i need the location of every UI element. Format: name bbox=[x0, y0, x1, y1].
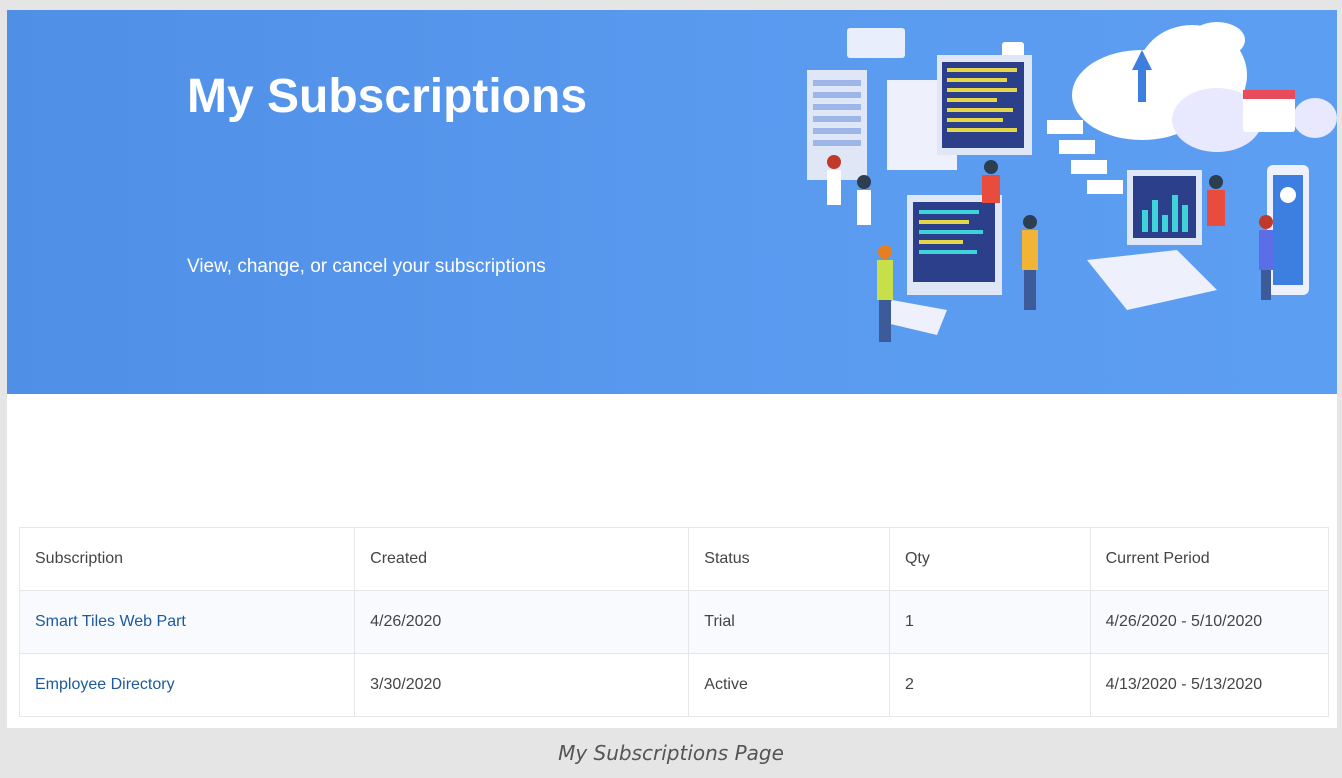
created-cell: 4/26/2020 bbox=[354, 590, 690, 654]
code-monitor-icon bbox=[887, 55, 1032, 170]
figure-caption: My Subscriptions Page bbox=[558, 741, 784, 765]
desktop-computer-icon bbox=[882, 195, 1002, 335]
table-header-row: Subscription Created Status Qty Current … bbox=[18, 527, 1330, 591]
page-subtitle: View, change, or cancel your subscriptio… bbox=[187, 256, 546, 277]
status-cell: Active bbox=[688, 653, 890, 717]
small-cloud-icon bbox=[1189, 22, 1245, 58]
qty-cell: 2 bbox=[888, 653, 1091, 717]
qty-cell: 1 bbox=[888, 590, 1091, 654]
subscription-cell: Smart Tiles Web Part bbox=[18, 590, 356, 654]
phone-icon bbox=[1267, 165, 1309, 295]
subscription-cell: Employee Directory bbox=[18, 653, 356, 717]
created-cell: 3/30/2020 bbox=[354, 653, 690, 717]
status-cell: Trial bbox=[688, 590, 890, 654]
column-header-subscription: Subscription bbox=[18, 527, 356, 591]
column-header-current-period: Current Period bbox=[1089, 527, 1330, 591]
isometric-tech-illustration bbox=[807, 22, 1337, 342]
table-row: Employee Directory 3/30/2020 Active 2 4/… bbox=[18, 653, 1330, 717]
table-row: Smart Tiles Web Part 4/26/2020 Trial 1 4… bbox=[18, 590, 1330, 654]
column-header-created: Created bbox=[354, 527, 690, 591]
current-period-cell: 4/26/2020 - 5/10/2020 bbox=[1089, 590, 1330, 654]
subscriptions-table: Subscription Created Status Qty Current … bbox=[18, 527, 1330, 717]
small-cloud-icon bbox=[1293, 98, 1337, 138]
column-header-qty: Qty bbox=[888, 527, 1091, 591]
column-header-status: Status bbox=[688, 527, 890, 591]
current-period-cell: 4/13/2020 - 5/13/2020 bbox=[1089, 653, 1330, 717]
page-frame: My Subscriptions View, change, or cancel… bbox=[7, 10, 1337, 728]
subscription-link[interactable]: Employee Directory bbox=[35, 676, 175, 693]
subscriptions-table-container: Subscription Created Status Qty Current … bbox=[18, 527, 1330, 717]
page-title: My Subscriptions bbox=[187, 70, 588, 123]
subscription-link[interactable]: Smart Tiles Web Part bbox=[35, 613, 186, 630]
panel-icon bbox=[847, 28, 905, 58]
hero-banner: My Subscriptions View, change, or cancel… bbox=[7, 10, 1337, 394]
